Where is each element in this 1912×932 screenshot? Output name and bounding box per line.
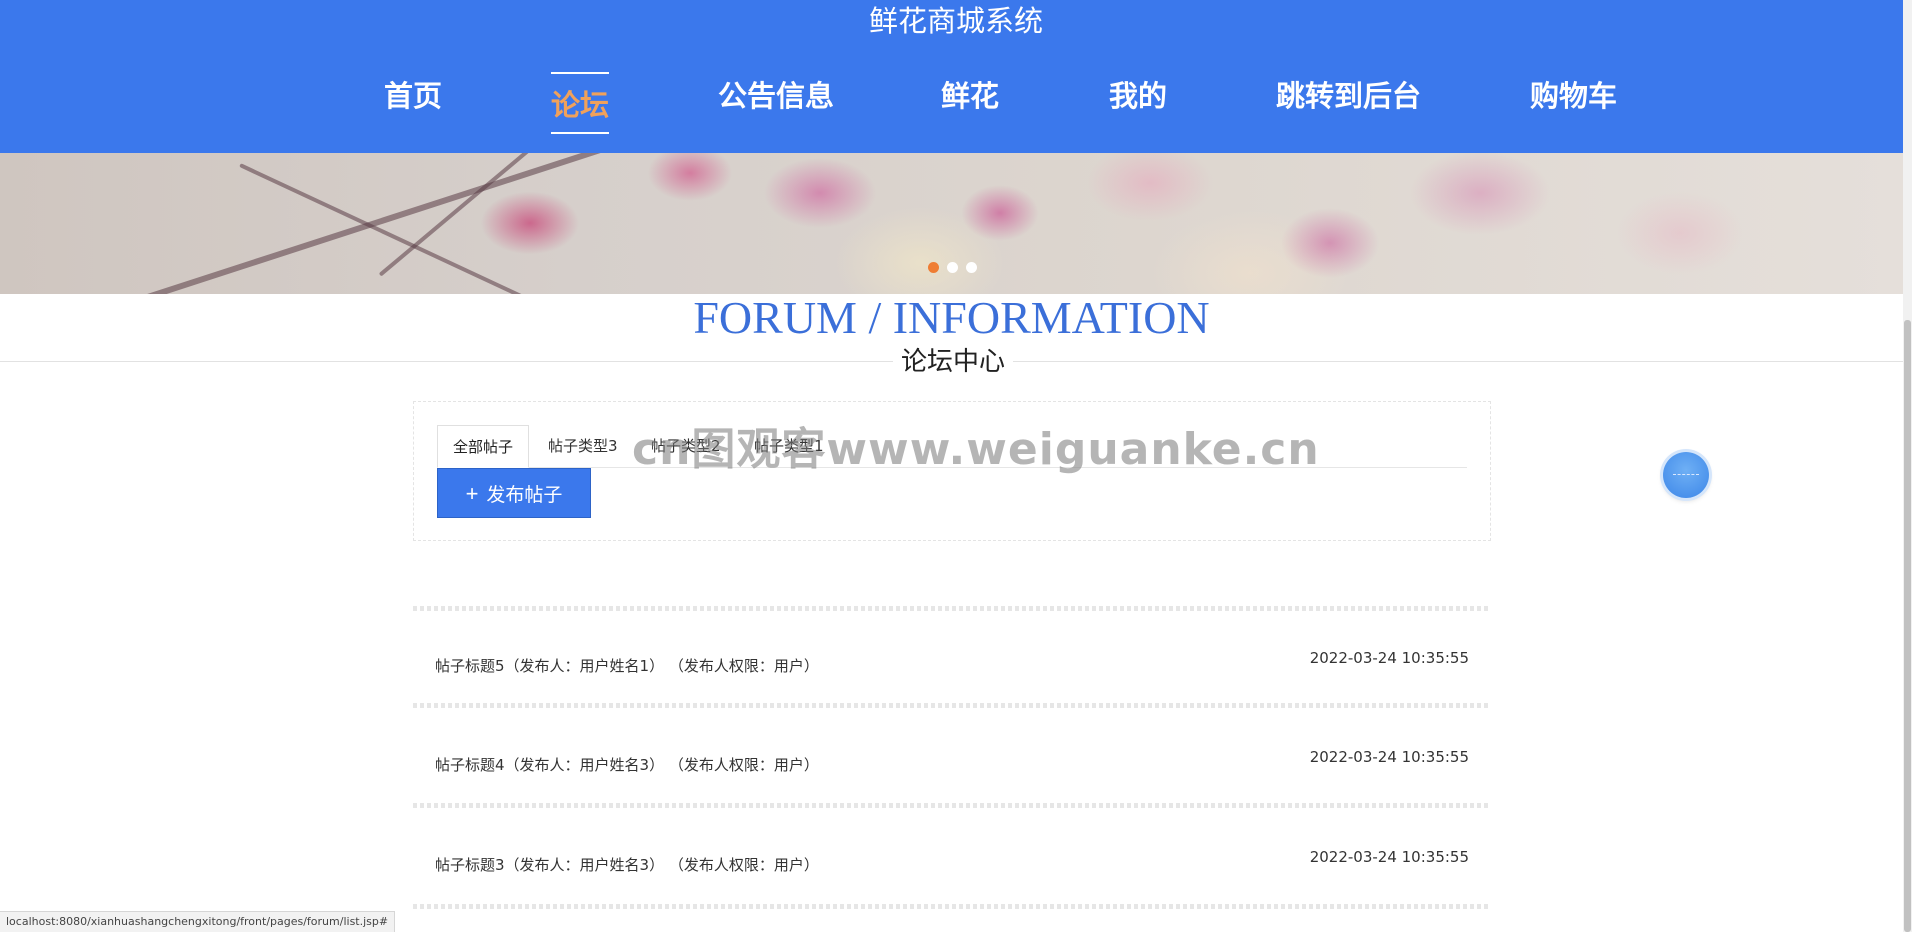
nav-item-home[interactable]: 首页 [384, 73, 442, 119]
tab-post-type-3[interactable]: 帖子类型3 [548, 425, 618, 468]
nav-item-cart[interactable]: 购物车 [1530, 73, 1617, 119]
plus-icon: + [465, 481, 479, 506]
site-title-bar: 鲜花商城系统 [0, 0, 1912, 43]
banner-image-branch [239, 163, 586, 294]
main-nav: 首页 论坛 公告信息 鲜花 我的 跳转到后台 购物车 [0, 43, 1912, 153]
post-time: 2022-03-24 10:35:55 [1309, 649, 1469, 667]
floating-action-button[interactable] [1663, 452, 1709, 498]
nav-item-announcements[interactable]: 公告信息 [718, 73, 834, 119]
nav-item-flowers[interactable]: 鲜花 [941, 73, 999, 119]
carousel-dot-2[interactable] [947, 262, 958, 273]
row-separator [413, 904, 1491, 909]
page: 鲜花商城系统 首页 论坛 公告信息 鲜花 我的 跳转到后台 购物车 FORUM … [0, 0, 1912, 932]
nav-item-admin[interactable]: 跳转到后台 [1276, 73, 1421, 119]
carousel-dot-3[interactable] [966, 262, 977, 273]
post-row-1[interactable]: 帖子标题5（发布人：用户姓名1） （发布人权限：用户） 2022-03-24 1… [413, 645, 1491, 685]
dash-icon [1673, 474, 1699, 475]
post-row-2[interactable]: 帖子标题4（发布人：用户姓名3） （发布人权限：用户） 2022-03-24 1… [413, 744, 1491, 784]
post-time: 2022-03-24 10:35:55 [1309, 848, 1469, 866]
nav-item-forum[interactable]: 论坛 [551, 72, 610, 134]
row-separator [413, 803, 1491, 808]
publish-post-label: 发布帖子 [486, 485, 563, 506]
watermark-text: cn图观客www.weiguanke.cn [632, 424, 1320, 475]
section-subtitle: 论坛中心 [893, 345, 1013, 379]
row-separator [413, 606, 1491, 611]
post-title[interactable]: 帖子标题4（发布人：用户姓名3） （发布人权限：用户） [435, 754, 819, 775]
browser-status-bar: localhost:8080/xianhuashangchengxitong/f… [0, 911, 396, 932]
publish-post-button[interactable]: + 发布帖子 [437, 468, 591, 518]
nav-item-mine[interactable]: 我的 [1109, 73, 1167, 119]
post-row-3[interactable]: 帖子标题3（发布人：用户姓名3） （发布人权限：用户） 2022-03-24 1… [413, 844, 1491, 884]
section-title: FORUM / INFORMATION [693, 292, 1210, 343]
post-title[interactable]: 帖子标题5（发布人：用户姓名1） （发布人权限：用户） [435, 655, 819, 676]
post-time: 2022-03-24 10:35:55 [1309, 748, 1469, 766]
row-separator [413, 703, 1491, 708]
scrollbar-thumb[interactable] [1904, 320, 1911, 932]
carousel-dot-1[interactable] [928, 262, 939, 273]
status-url: localhost:8080/xianhuashangchengxitong/f… [6, 915, 389, 928]
site-title: 鲜花商城系统 [868, 4, 1043, 38]
tab-all-posts[interactable]: 全部帖子 [437, 425, 530, 468]
post-title[interactable]: 帖子标题3（发布人：用户姓名3） （发布人权限：用户） [435, 854, 819, 875]
